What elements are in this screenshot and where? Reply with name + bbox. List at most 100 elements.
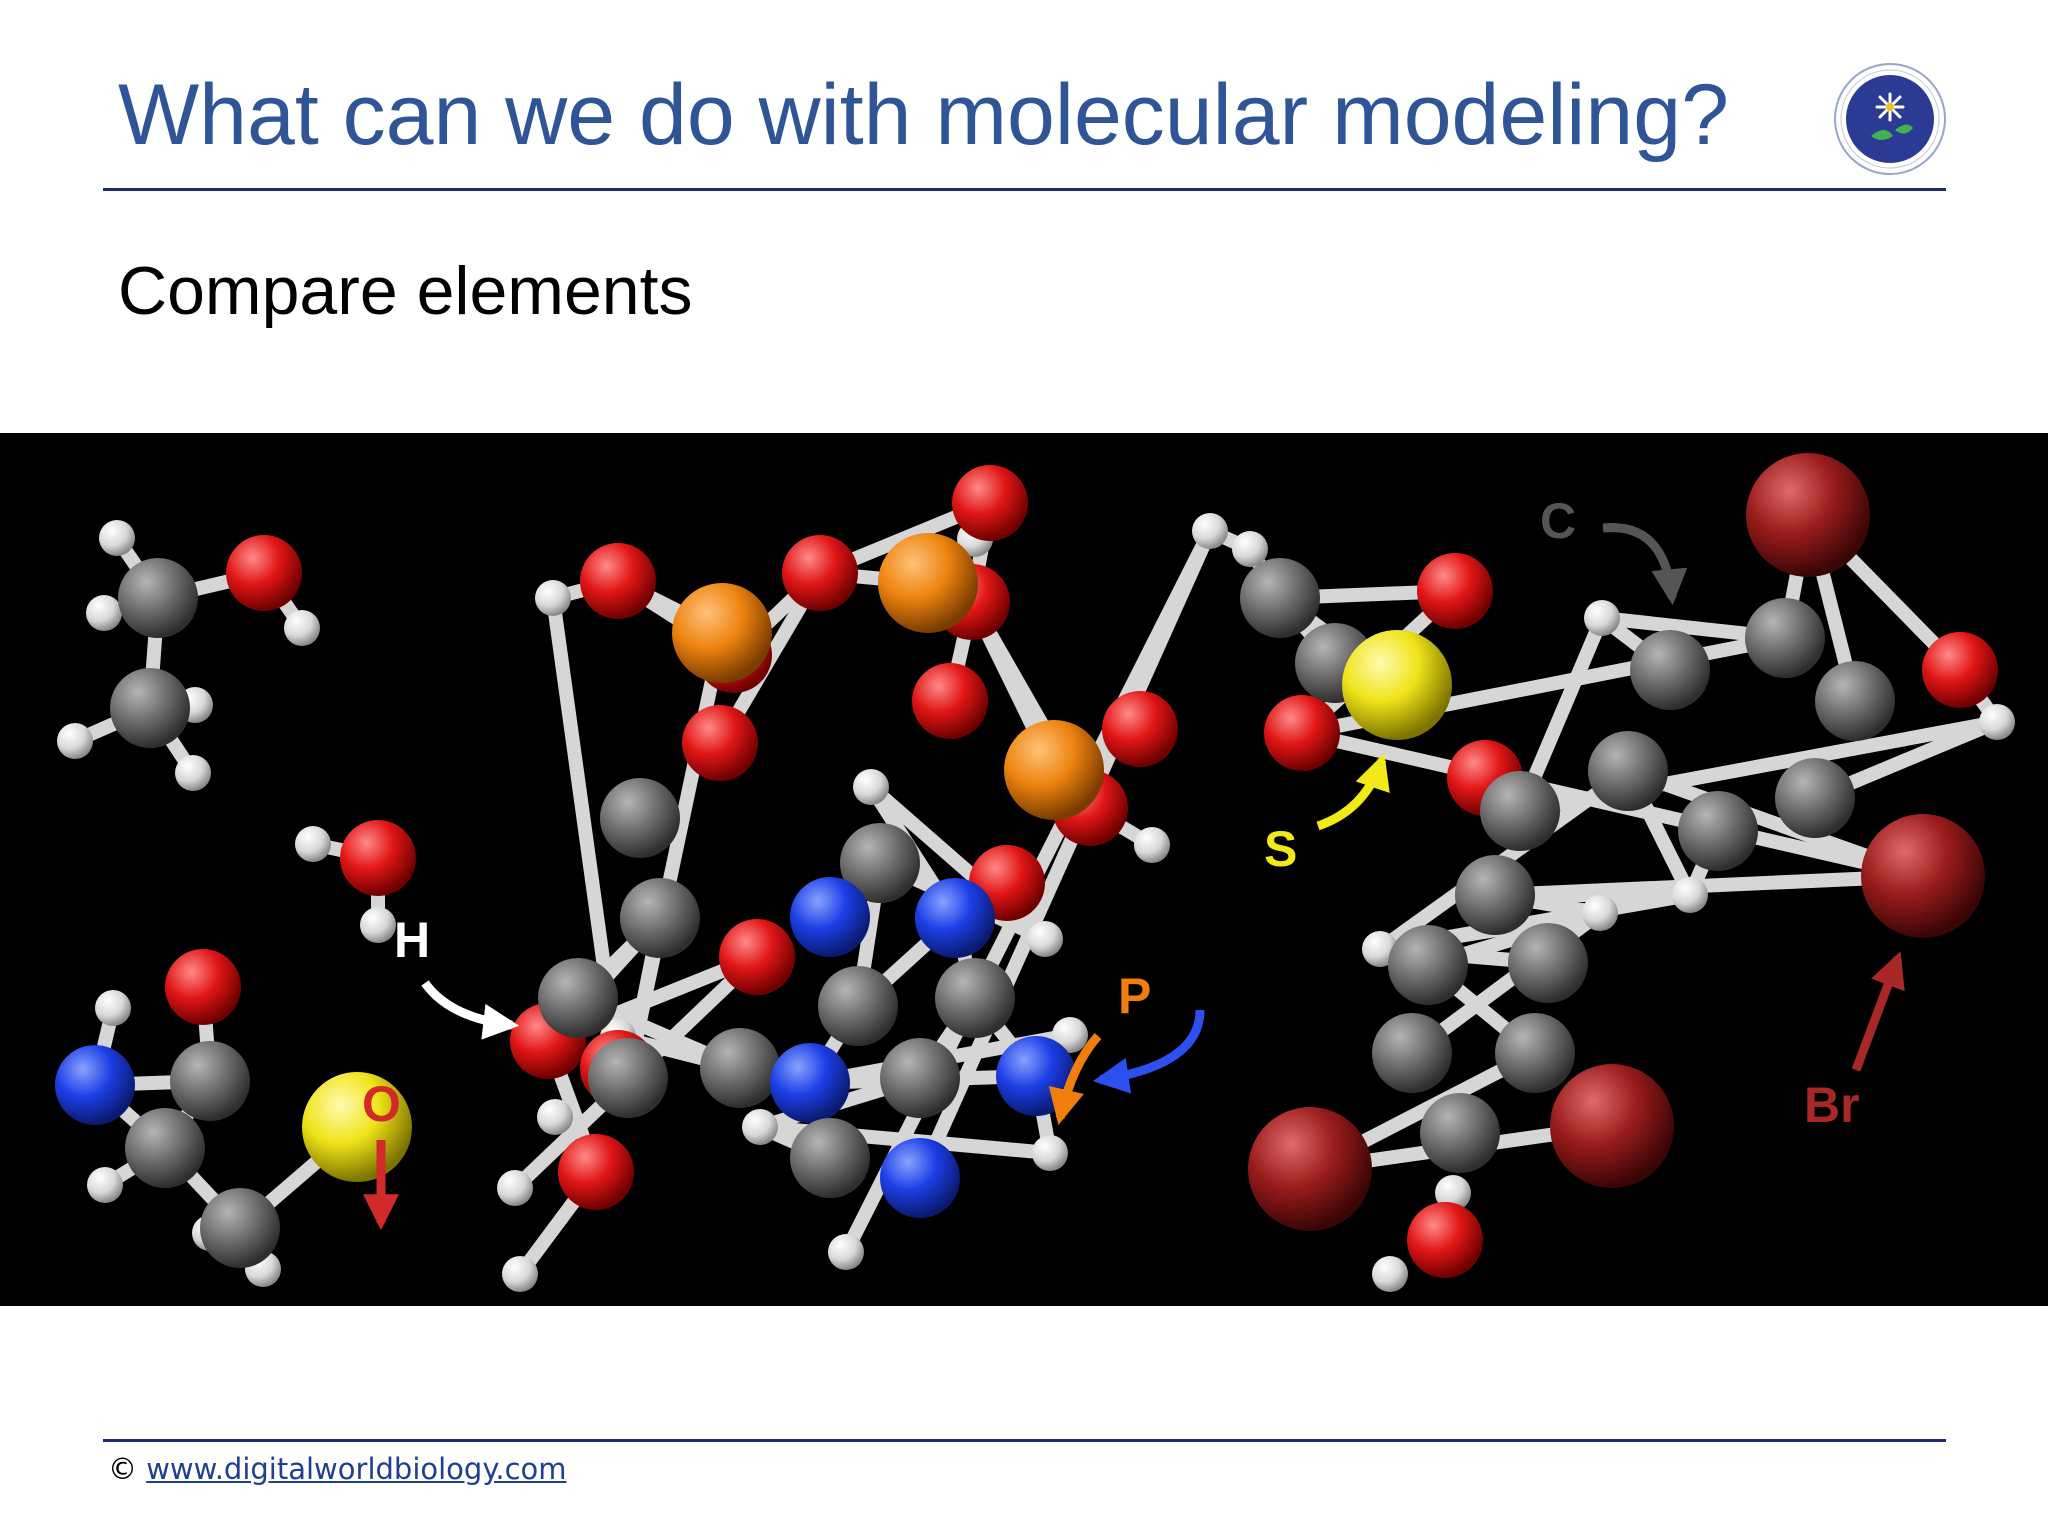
label-br-group: Br — [1804, 951, 1905, 1133]
hydrogen-atom — [535, 580, 571, 616]
carbon-atom — [538, 958, 618, 1038]
phosphorus-atom — [1004, 720, 1104, 820]
hydrogen-atom — [853, 769, 889, 805]
carbon-atom — [1420, 1093, 1500, 1173]
carbon-atom — [1775, 758, 1855, 838]
carbon-atom — [1678, 791, 1758, 871]
oxygen-atom — [1417, 553, 1493, 629]
hydrogen-atom — [1232, 531, 1268, 567]
label-bromine: Br — [1804, 1077, 1860, 1133]
hydrogen-atom — [1672, 877, 1708, 913]
footer: © www.digitalworldbiology.com — [108, 1452, 567, 1486]
bromine-atom — [1248, 1107, 1372, 1231]
flower-logo-icon — [1834, 63, 1946, 175]
hydrogen-atom — [497, 1170, 533, 1206]
carbon-atom — [1745, 598, 1825, 678]
arrow-bromine — [1851, 951, 1905, 1072]
molecule-illustration: H O P N S C Br — [55, 453, 2015, 1292]
carbon-atom — [1388, 925, 1468, 1005]
copyright-symbol: © — [108, 1452, 137, 1486]
phosphorus-atom — [878, 533, 978, 633]
label-sulfur: S — [1264, 821, 1297, 877]
carbon-atom — [620, 878, 700, 958]
website-link[interactable]: www.digitalworldbiology.com — [146, 1452, 566, 1486]
oxygen-atom — [952, 465, 1028, 541]
oxygen-atom — [558, 1134, 634, 1210]
hydrogen-atom — [502, 1256, 538, 1292]
oxygen-atom — [580, 543, 656, 619]
hydrogen-atom — [360, 907, 396, 943]
label-oxygen: O — [362, 1076, 401, 1132]
carbon-atom — [1508, 923, 1588, 1003]
oxygen-atom — [340, 820, 416, 896]
label-phosphorus: P — [1118, 968, 1151, 1024]
nitrogen-atom — [790, 877, 870, 957]
carbon-atom — [880, 1038, 960, 1118]
oxygen-atom — [682, 705, 758, 781]
oxygen-atom — [165, 949, 241, 1025]
arrow-hydrogen — [421, 980, 520, 1040]
label-carbon: C — [1540, 493, 1576, 549]
arrow-carbon — [1602, 523, 1688, 606]
nitrogen-atom — [770, 1043, 850, 1123]
footer-divider — [103, 1439, 1946, 1442]
nitrogen-atom — [880, 1138, 960, 1218]
molecule-figure: H O P N S C Br — [0, 433, 2048, 1306]
sulfur-atom — [1342, 630, 1452, 740]
carbon-atom — [790, 1118, 870, 1198]
hydrogen-atom — [1027, 921, 1063, 957]
carbon-atom — [1455, 855, 1535, 935]
hydrogen-atom — [1979, 704, 2015, 740]
carbon-atom — [935, 958, 1015, 1038]
nitrogen-atom — [55, 1045, 135, 1125]
hydrogen-atom — [1032, 1135, 1068, 1171]
bromine-atom — [1746, 453, 1870, 577]
hydrogen-atom — [1372, 1256, 1408, 1292]
carbon-atom — [1495, 1013, 1575, 1093]
carbon-atom — [818, 966, 898, 1046]
hydrogen-atom — [284, 610, 320, 646]
hydrogen-atom — [99, 520, 135, 556]
slide-subtitle: Compare elements — [118, 253, 693, 329]
hydrogen-atom — [86, 595, 122, 631]
hydrogen-atom — [87, 1167, 123, 1203]
carbon-atom — [600, 778, 680, 858]
hydrogen-atom — [828, 1234, 864, 1270]
arrow-sulfur — [1316, 753, 1390, 831]
hydrogen-atom — [95, 990, 131, 1026]
bromine-atom — [1550, 1064, 1674, 1188]
carbon-atom — [1815, 661, 1895, 741]
oxygen-atom — [226, 535, 302, 611]
oxygen-atom — [1264, 695, 1340, 771]
carbon-atom — [1372, 1013, 1452, 1093]
carbon-atom — [170, 1041, 250, 1121]
carbon-atom — [700, 1028, 780, 1108]
hydrogen-atom — [1192, 513, 1228, 549]
carbon-atom — [1480, 771, 1560, 851]
hydrogen-atom — [175, 755, 211, 791]
oxygen-atom — [719, 919, 795, 995]
hydrogen-atom — [1582, 895, 1618, 931]
label-n-group: N — [1092, 1009, 1205, 1094]
label-hydrogen: H — [394, 912, 430, 968]
hydrogen-atom — [1584, 600, 1620, 636]
carbon-atom — [1240, 558, 1320, 638]
hydrogen-atom — [57, 723, 93, 759]
carbon-atom — [118, 558, 198, 638]
bromine-atom — [1861, 814, 1985, 938]
carbon-atom — [588, 1038, 668, 1118]
label-h-group: H — [394, 912, 520, 1040]
carbon-atom — [200, 1188, 280, 1268]
hydrogen-atom — [742, 1109, 778, 1145]
label-c-group: C — [1540, 493, 1688, 606]
hydrogen-atom — [1134, 827, 1170, 863]
atom-group — [55, 453, 2015, 1292]
oxygen-atom — [1922, 632, 1998, 708]
hydrogen-atom — [537, 1099, 573, 1135]
carbon-atom — [1630, 630, 1710, 710]
slide-title: What can we do with molecular modeling? — [118, 67, 1729, 163]
nitrogen-atom — [915, 878, 995, 958]
carbon-atom — [125, 1108, 205, 1188]
carbon-atom — [1588, 731, 1668, 811]
oxygen-atom — [1407, 1202, 1483, 1278]
